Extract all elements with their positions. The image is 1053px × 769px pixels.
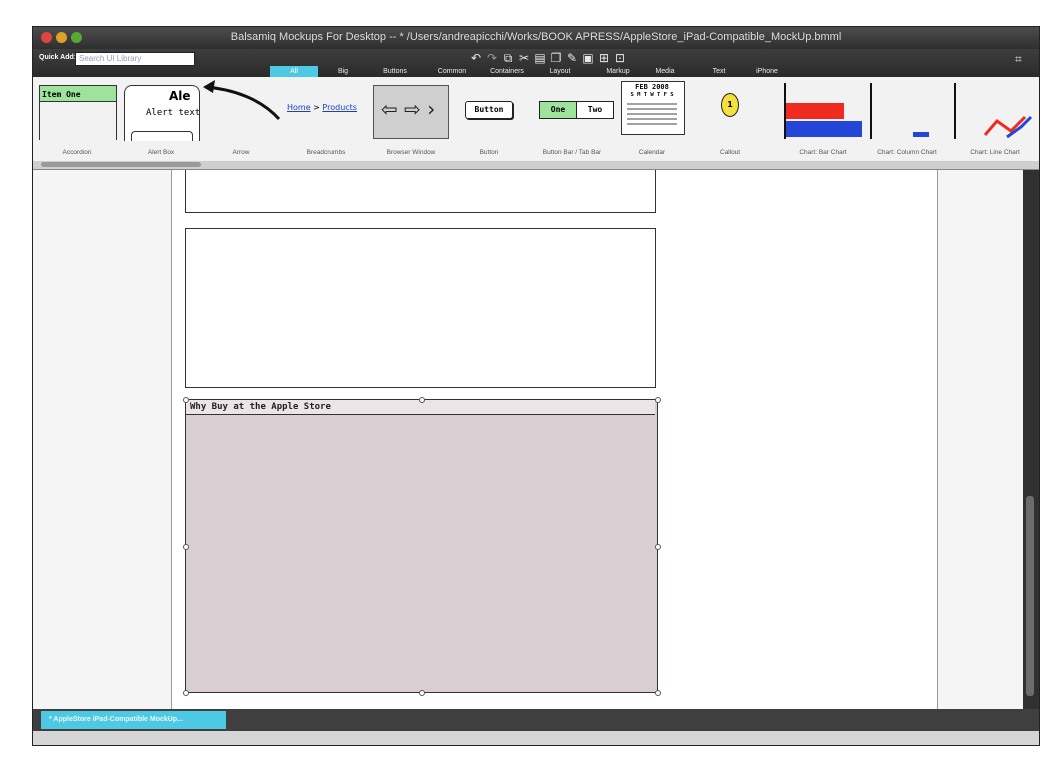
library-calendar[interactable]: FEB 2008 S M T W T F S Calendar <box>619 77 685 159</box>
calendar-days: S M T W T F S <box>630 92 674 98</box>
mockup-canvas-area: Why Buy at the Apple Store <box>33 170 1039 709</box>
sample-button: Button <box>465 101 513 119</box>
library-label: Calendar <box>638 149 666 156</box>
left-panel <box>33 170 172 709</box>
library-arrow[interactable]: Arrow <box>201 77 281 159</box>
breadcrumb-home-link: Home <box>287 103 311 112</box>
ungroup-icon[interactable]: ⊞ <box>597 52 611 64</box>
duplicate-icon[interactable]: ❐ <box>549 52 563 64</box>
canvas-vertical-scrollbar[interactable] <box>1023 170 1039 709</box>
tab-text[interactable]: Text <box>706 66 732 77</box>
tab-containers[interactable]: Containers <box>482 66 532 77</box>
selection-handle[interactable] <box>419 690 425 696</box>
bottom-bar <box>33 731 1039 745</box>
app-window: Balsamiq Mockups For Desktop -- * /Users… <box>32 26 1040 746</box>
mockup-page[interactable]: Why Buy at the Apple Store <box>172 170 937 709</box>
breadcrumb-separator: > <box>313 103 320 112</box>
tab-big[interactable]: Big <box>328 66 358 77</box>
tab-common[interactable]: Common <box>430 66 474 77</box>
copy-icon[interactable]: ⧉ <box>501 52 515 64</box>
mockup-container-top[interactable] <box>185 170 656 213</box>
library-line-chart[interactable]: Chart: Line Chart <box>951 77 1039 159</box>
line-chart-thumbnail <box>954 83 1033 139</box>
window-title: Balsamiq Mockups For Desktop -- * /Users… <box>230 31 842 43</box>
selection-handle[interactable] <box>419 397 425 403</box>
bar-chart-thumbnail <box>784 83 862 139</box>
group-icon[interactable]: ▣ <box>581 52 595 64</box>
browser-nav-icons: ⇦ ⇨ › <box>381 97 436 121</box>
tab-layout[interactable]: Layout <box>542 66 578 77</box>
tab-media[interactable]: Media <box>648 66 682 77</box>
accordion-right-line <box>116 102 117 140</box>
alert-title: Ale <box>169 89 191 103</box>
library-label: Browser Window <box>386 149 436 156</box>
accordion-item: Item One <box>39 85 117 102</box>
title-bar: Balsamiq Mockups For Desktop -- * /Users… <box>33 27 1039 49</box>
library-button[interactable]: Button Button <box>453 77 525 159</box>
tab-all[interactable]: All <box>270 66 318 77</box>
button-bar-one: One <box>539 101 577 119</box>
library-callout[interactable]: 1 Callout <box>693 77 767 159</box>
tab-iphone[interactable]: iPhone <box>750 66 784 77</box>
selection-handle[interactable] <box>183 397 189 403</box>
selection-handle[interactable] <box>655 397 661 403</box>
library-column-chart[interactable]: Chart: Column Chart <box>865 77 949 159</box>
tab-buttons[interactable]: Buttons <box>375 66 415 77</box>
alert-text: Alert text <box>146 108 201 118</box>
cut-icon[interactable]: ✂ <box>517 52 531 64</box>
quick-add-label: Quick Add: <box>39 54 77 61</box>
edit-icon[interactable]: ✎ <box>565 52 579 64</box>
selection-handle[interactable] <box>655 690 661 696</box>
library-bar-chart[interactable]: Chart: Bar Chart <box>781 77 865 159</box>
lock-icon[interactable]: ⊡ <box>613 52 627 64</box>
document-tab-bar: * AppleStore iPad-Compatible MockUp... <box>33 709 1039 731</box>
redo-icon[interactable]: ↷ <box>485 52 499 64</box>
tab-markup[interactable]: Markup <box>599 66 637 77</box>
accordion-left-line <box>39 102 40 140</box>
arrow-icon <box>203 80 281 121</box>
selection-handle[interactable] <box>183 690 189 696</box>
calendar-month: FEB 2008 <box>635 83 669 91</box>
calendar-grid <box>627 100 677 128</box>
library-label: Accordion <box>62 149 92 156</box>
library-accordion[interactable]: Item One Accordion <box>33 77 121 159</box>
library-label: Callout <box>719 149 741 156</box>
callout-number: 1 <box>721 93 739 117</box>
alert-button-stub <box>131 131 193 141</box>
library-label: Chart: Bar Chart <box>799 149 847 156</box>
library-label: Breadcrumbs <box>306 149 346 156</box>
library-alert-box[interactable]: Ale Alert text Alert Box <box>121 77 201 159</box>
library-browser-window[interactable]: ⇦ ⇨ › Browser Window <box>373 77 449 159</box>
right-panel <box>937 170 1024 709</box>
library-button-bar[interactable]: One Two Button Bar / Tab Bar <box>527 77 617 159</box>
mockup-container-middle[interactable] <box>185 228 656 388</box>
mockup-window-why-buy[interactable]: Why Buy at the Apple Store <box>185 399 658 693</box>
breadcrumb: Home > Products <box>287 103 357 112</box>
button-bar-two: Two <box>576 101 614 119</box>
paste-icon[interactable]: ▤ <box>533 52 547 64</box>
quick-add-search-input[interactable]: Search UI Library <box>75 52 195 66</box>
library-label: Button Bar / Tab Bar <box>542 149 602 156</box>
library-label: Alert Box <box>147 149 175 156</box>
column-chart-thumbnail <box>870 83 929 139</box>
library-label: Chart: Line Chart <box>970 149 1020 156</box>
library-scrollbar[interactable] <box>33 161 1039 170</box>
document-tab[interactable]: * AppleStore iPad-Compatible MockUp... <box>41 711 226 729</box>
undo-icon[interactable]: ↶ <box>469 52 483 64</box>
breadcrumb-products-link: Products <box>322 103 357 112</box>
ui-library: Item One Accordion Ale Alert text Alert … <box>33 77 1039 162</box>
library-scroll-thumb[interactable] <box>41 162 201 167</box>
fullscreen-icon[interactable]: ⌗ <box>1015 52 1029 66</box>
canvas-scroll-thumb[interactable] <box>1026 496 1034 696</box>
selection-handle[interactable] <box>183 544 189 550</box>
selection-handle[interactable] <box>655 544 661 550</box>
library-tabs: All Big Buttons Common Containers Layout… <box>33 66 1039 77</box>
library-label: Chart: Column Chart <box>877 149 937 156</box>
library-breadcrumbs[interactable]: Home > Products Breadcrumbs <box>281 77 371 159</box>
library-label: Button <box>479 149 499 156</box>
library-label: Arrow <box>232 149 250 156</box>
